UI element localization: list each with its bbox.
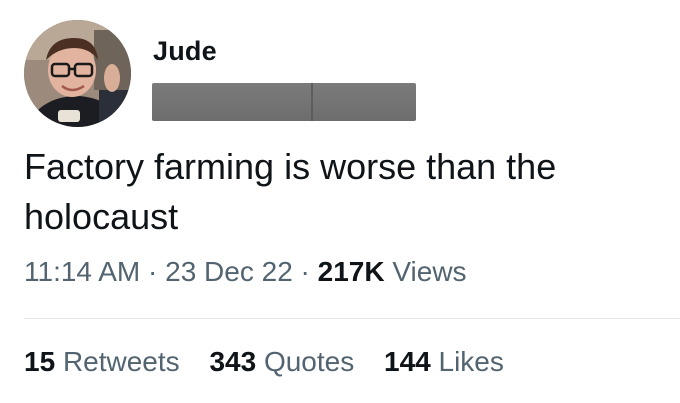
avatar-photo [24,20,131,127]
retweets-stat[interactable]: 15 Retweets [24,346,180,377]
divider [24,318,680,319]
tweet-date[interactable]: 23 Dec 22 [165,256,293,287]
tweet-text-line-1: Factory farming is worse than the [24,146,557,187]
views-label: Views [392,256,467,287]
redacted-handle [152,83,416,121]
tweet-card: Jude Factory farming is worse than the h… [0,0,680,403]
likes-label: Likes [438,346,504,377]
retweets-label: Retweets [62,346,180,377]
engagement-stats: 15 Retweets 343 Quotes 144 Likes [24,346,526,378]
avatar[interactable] [24,20,131,127]
quotes-count: 343 [209,346,257,377]
author-name[interactable]: Jude [153,36,217,67]
quotes-stat[interactable]: 343 Quotes [209,346,354,377]
meta-separator: · [148,256,158,287]
retweets-count: 15 [24,346,56,377]
likes-stat[interactable]: 144 Likes [384,346,504,377]
quotes-label: Quotes [263,346,355,377]
meta-separator: · [300,256,310,287]
tweet-text: Factory farming is worse than the holoca… [24,142,664,242]
redaction-seam [311,83,313,121]
tweet-text-line-2: holocaust [24,196,179,237]
likes-count: 144 [384,346,431,377]
tweet-meta: 11:14 AM · 23 Dec 22 · 217K Views [24,256,467,288]
tweet-time[interactable]: 11:14 AM [24,256,140,287]
views-count: 217K [317,256,385,287]
